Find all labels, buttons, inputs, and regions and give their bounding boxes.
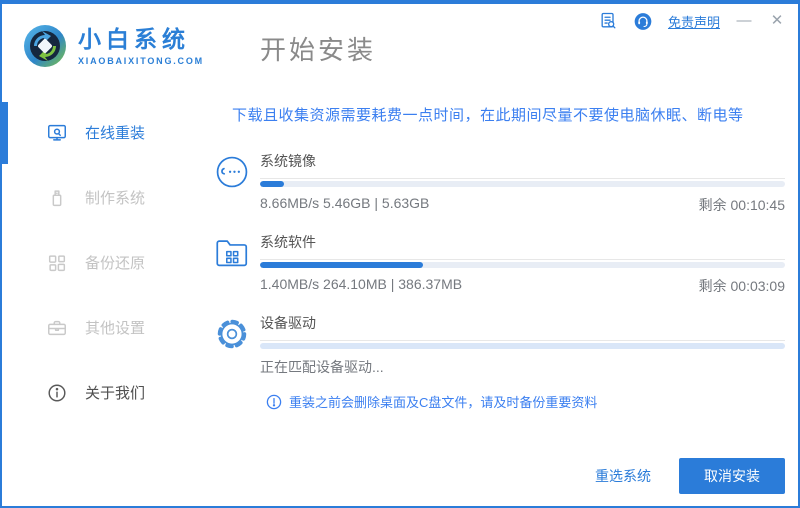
toolbox-icon bbox=[46, 317, 68, 339]
task-row-device-driver: 设备驱动 正在匹配设备驱动... bbox=[212, 313, 785, 377]
sidebar-item-backup-restore[interactable]: 备份还原 bbox=[2, 230, 202, 295]
task-list: 系统镜像 8.66MB/s 5.46GB | 5.63GB 剩余 00:10:4… bbox=[212, 151, 785, 377]
backup-note-text: 重装之前会删除桌面及C盘文件，请及时备份重要资料 bbox=[289, 395, 598, 410]
sidebar-item-label: 备份还原 bbox=[85, 255, 146, 272]
reselect-system-button[interactable]: 重选系统 bbox=[595, 466, 651, 486]
task-name: 设备驱动 bbox=[260, 313, 785, 341]
sidebar: 在线重装 制作系统 备份还原 其他设置 关于我们 bbox=[2, 88, 202, 506]
header: 小白系统 XIAOBAIXITONG.COM 开始安装 免责声明 — ✕ bbox=[2, 4, 798, 88]
sidebar-item-label: 其他设置 bbox=[85, 320, 146, 337]
license-doc-icon[interactable] bbox=[598, 11, 618, 31]
task-stats: 8.66MB/s 5.46GB | 5.63GB bbox=[260, 195, 430, 211]
cancel-install-button[interactable]: 取消安装 bbox=[679, 458, 785, 494]
task-row-system-image: 系统镜像 8.66MB/s 5.46GB | 5.63GB 剩余 00:10:4… bbox=[212, 151, 785, 215]
task-row-system-software: 系统软件 1.40MB/s 264.10MB | 386.37MB 剩余 00:… bbox=[212, 232, 785, 296]
sidebar-item-label: 在线重装 bbox=[85, 125, 146, 142]
footer-actions: 重选系统 取消安装 bbox=[595, 458, 785, 494]
info-circle-icon bbox=[46, 382, 68, 404]
app-logo: 小白系统 XIAOBAIXITONG.COM bbox=[22, 23, 204, 69]
body: 在线重装 制作系统 备份还原 其他设置 关于我们 下载且收集资源需要耗费一点时间… bbox=[2, 88, 798, 506]
brand-domain: XIAOBAIXITONG.COM bbox=[78, 55, 204, 66]
backup-restore-icon bbox=[46, 252, 68, 274]
task-remaining: 剩余 00:10:45 bbox=[698, 197, 785, 213]
sidebar-item-online-reinstall[interactable]: 在线重装 bbox=[2, 100, 202, 165]
page-title: 开始安装 bbox=[259, 34, 376, 65]
close-button[interactable]: ✕ bbox=[768, 11, 786, 31]
progress-bar bbox=[260, 181, 785, 187]
gear-icon bbox=[212, 313, 252, 377]
warning-text: 下载且收集资源需要耗费一点时间，在此期间尽量不要使电脑休眠、断电等 bbox=[232, 107, 744, 124]
disclaimer-link[interactable]: 免责声明 bbox=[668, 12, 720, 31]
progress-bar bbox=[260, 262, 785, 268]
sidebar-item-other-settings[interactable]: 其他设置 bbox=[2, 295, 202, 360]
task-remaining: 剩余 00:03:09 bbox=[698, 278, 785, 294]
titlebar-controls: 免责声明 — ✕ bbox=[598, 11, 786, 31]
sidebar-item-label: 关于我们 bbox=[85, 385, 146, 402]
progress-fill bbox=[260, 181, 284, 187]
brand-name: 小白系统 bbox=[78, 26, 190, 53]
main-content: 下载且收集资源需要耗费一点时间，在此期间尽量不要使电脑休眠、断电等 系统镜像 8… bbox=[202, 88, 798, 506]
logo-globe-icon bbox=[22, 23, 68, 69]
folder-apps-icon bbox=[212, 232, 252, 296]
progress-bar bbox=[260, 343, 785, 349]
task-stats: 1.40MB/s 264.10MB | 386.37MB bbox=[260, 276, 463, 292]
monitor-reinstall-icon bbox=[46, 122, 68, 144]
customer-service-icon[interactable] bbox=[633, 11, 653, 31]
mascot-face-icon bbox=[212, 151, 252, 215]
task-status: 正在匹配设备驱动... bbox=[260, 359, 384, 375]
backup-note: 重装之前会删除桌面及C盘文件，请及时备份重要资料 bbox=[266, 392, 597, 411]
task-name: 系统软件 bbox=[260, 232, 785, 260]
logo-text: 小白系统 XIAOBAIXITONG.COM bbox=[78, 26, 204, 65]
app-window: 小白系统 XIAOBAIXITONG.COM 开始安装 免责声明 — ✕ 在线重… bbox=[0, 0, 800, 508]
alert-circle-icon bbox=[266, 394, 282, 410]
sidebar-item-about-us[interactable]: 关于我们 bbox=[2, 360, 202, 425]
usb-drive-icon bbox=[46, 187, 68, 209]
sidebar-item-label: 制作系统 bbox=[85, 190, 146, 207]
progress-fill bbox=[260, 262, 423, 268]
sidebar-item-make-system[interactable]: 制作系统 bbox=[2, 165, 202, 230]
task-name: 系统镜像 bbox=[260, 151, 785, 179]
minimize-button[interactable]: — bbox=[735, 11, 753, 31]
